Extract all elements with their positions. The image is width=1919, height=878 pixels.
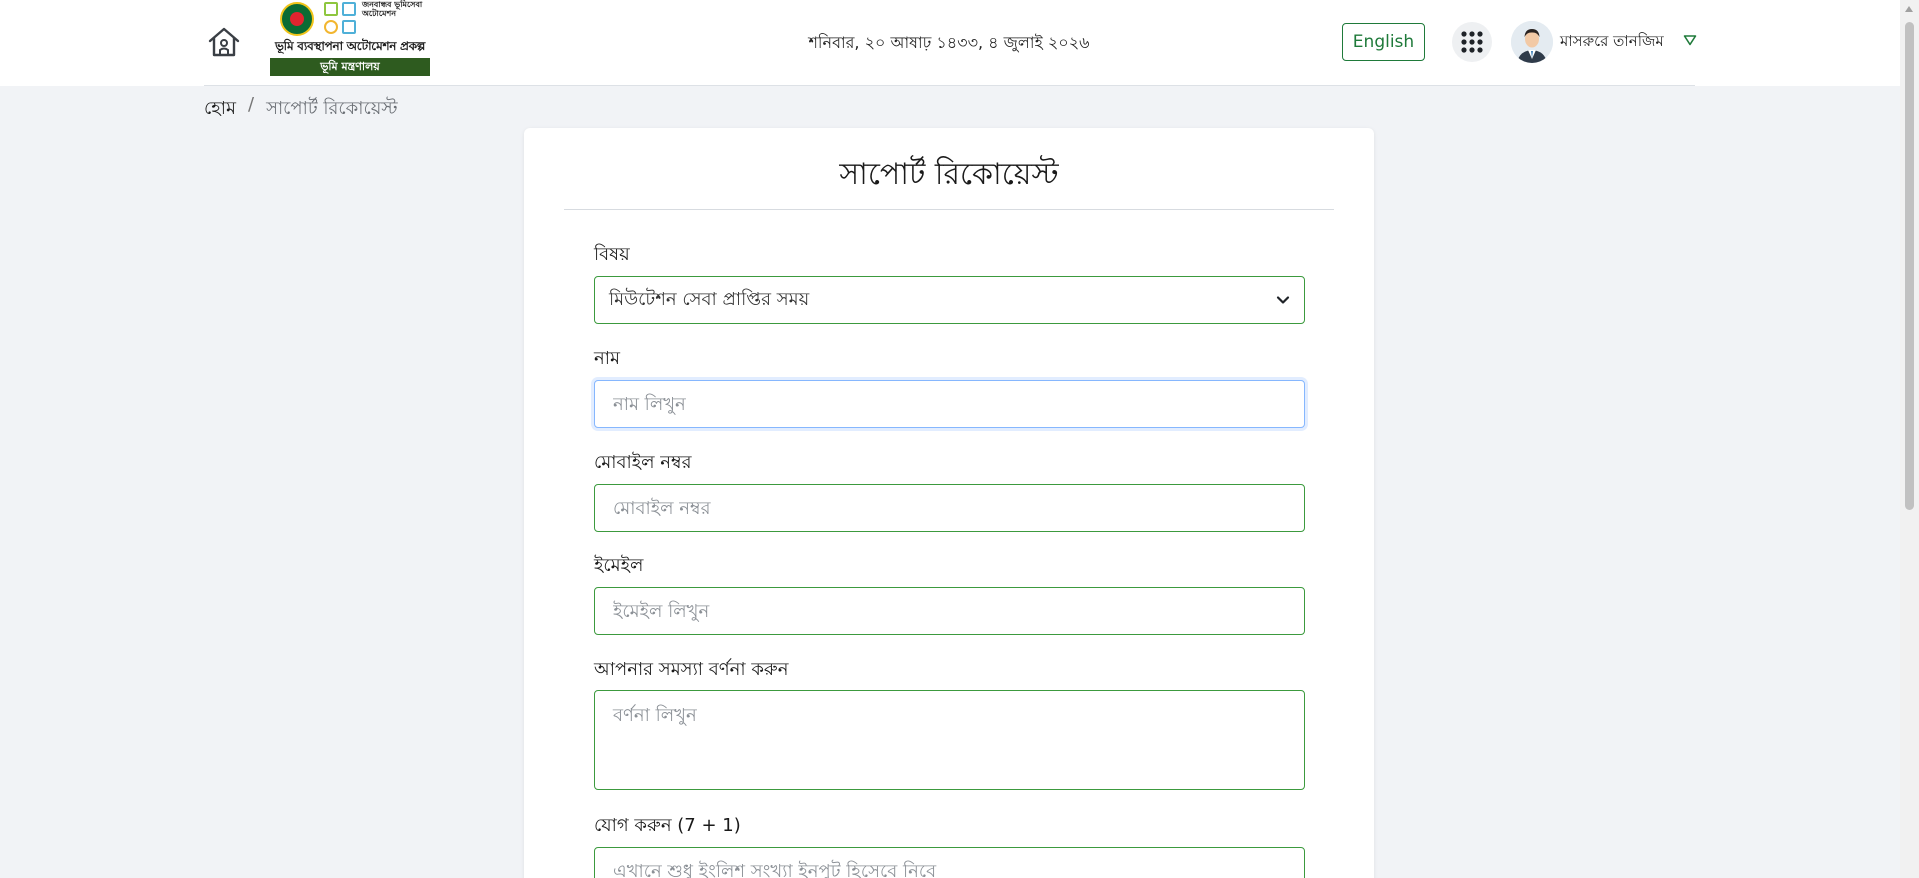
- breadcrumb-separator: /: [247, 94, 255, 115]
- top-header: জনবান্ধব ভূমিসেবা অটোমেশন ভূমি ব্যবস্থাপ…: [0, 0, 1900, 86]
- breadcrumb-current: সাপোর্ট রিকোয়েস্ট: [266, 98, 398, 119]
- chevron-down-icon: [1276, 296, 1290, 304]
- description-textarea[interactable]: [594, 690, 1305, 790]
- site-logo[interactable]: জনবান্ধব ভূমিসেবা অটোমেশন ভূমি ব্যবস্থাপ…: [268, 0, 432, 78]
- home-icon: [208, 27, 240, 57]
- government-emblem-icon: [280, 2, 314, 36]
- title-divider: [564, 209, 1334, 210]
- service-icons-icon: [324, 2, 358, 36]
- user-avatar-icon: [1511, 21, 1553, 63]
- name-label: নাম: [594, 348, 620, 369]
- user-menu-toggle[interactable]: [1682, 30, 1698, 50]
- mobile-label: মোবাইল নম্বর: [594, 452, 692, 473]
- support-request-card: সাপোর্ট রিকোয়েস্ট বিষয় মিউটেশন সেবা প্…: [524, 128, 1374, 878]
- caret-down-icon: [1683, 35, 1697, 46]
- page-title: সাপোর্ট রিকোয়েস্ট: [839, 157, 1059, 192]
- subject-selected-value: মিউটেশন সেবা প্রাপ্তির সময়: [609, 288, 810, 310]
- description-label: আপনার সমস্যা বর্ণনা করুন: [594, 659, 789, 680]
- home-button[interactable]: [204, 22, 244, 62]
- page-scrollbar[interactable]: [1900, 0, 1919, 878]
- breadcrumb-home-link[interactable]: হোম: [204, 94, 236, 125]
- header-bar: জনবান্ধব ভূমিসেবা অটোমেশন ভূমি ব্যবস্থাপ…: [204, 0, 1698, 86]
- logo-title: ভূমি ব্যবস্থাপনা অটোমেশন প্রকল্প: [274, 39, 426, 53]
- apps-menu-button[interactable]: [1452, 22, 1492, 62]
- mobile-input[interactable]: [594, 484, 1305, 532]
- email-label: ইমেইল: [594, 555, 644, 576]
- apps-grid-icon: [1461, 31, 1483, 53]
- header-date: শনিবার, ২০ আষাঢ় ১৪৩৩, ৪ জুলাই ২০২৬: [808, 33, 1090, 52]
- logo-tagline: জনবান্ধব ভূমিসেবা অটোমেশন: [362, 0, 423, 18]
- name-input[interactable]: [594, 380, 1305, 428]
- language-toggle-button[interactable]: English: [1342, 23, 1425, 61]
- subject-label: বিষয়: [594, 244, 630, 265]
- scrollbar-thumb[interactable]: [1905, 22, 1914, 510]
- captcha-input[interactable]: [594, 847, 1305, 878]
- user-name[interactable]: মাসরুরে তানজিম: [1560, 30, 1664, 55]
- breadcrumb: হোম / সাপোর্ট রিকোয়েস্ট: [204, 94, 398, 125]
- logo-ministry: ভূমি মন্ত্রণালয়: [270, 58, 430, 76]
- captcha-label: যোগ করুন (7 + 1): [594, 815, 741, 836]
- email-input[interactable]: [594, 587, 1305, 635]
- scroll-up-arrow-icon[interactable]: [1905, 6, 1913, 12]
- avatar[interactable]: [1511, 21, 1553, 63]
- subject-select[interactable]: মিউটেশন সেবা প্রাপ্তির সময়: [594, 276, 1305, 324]
